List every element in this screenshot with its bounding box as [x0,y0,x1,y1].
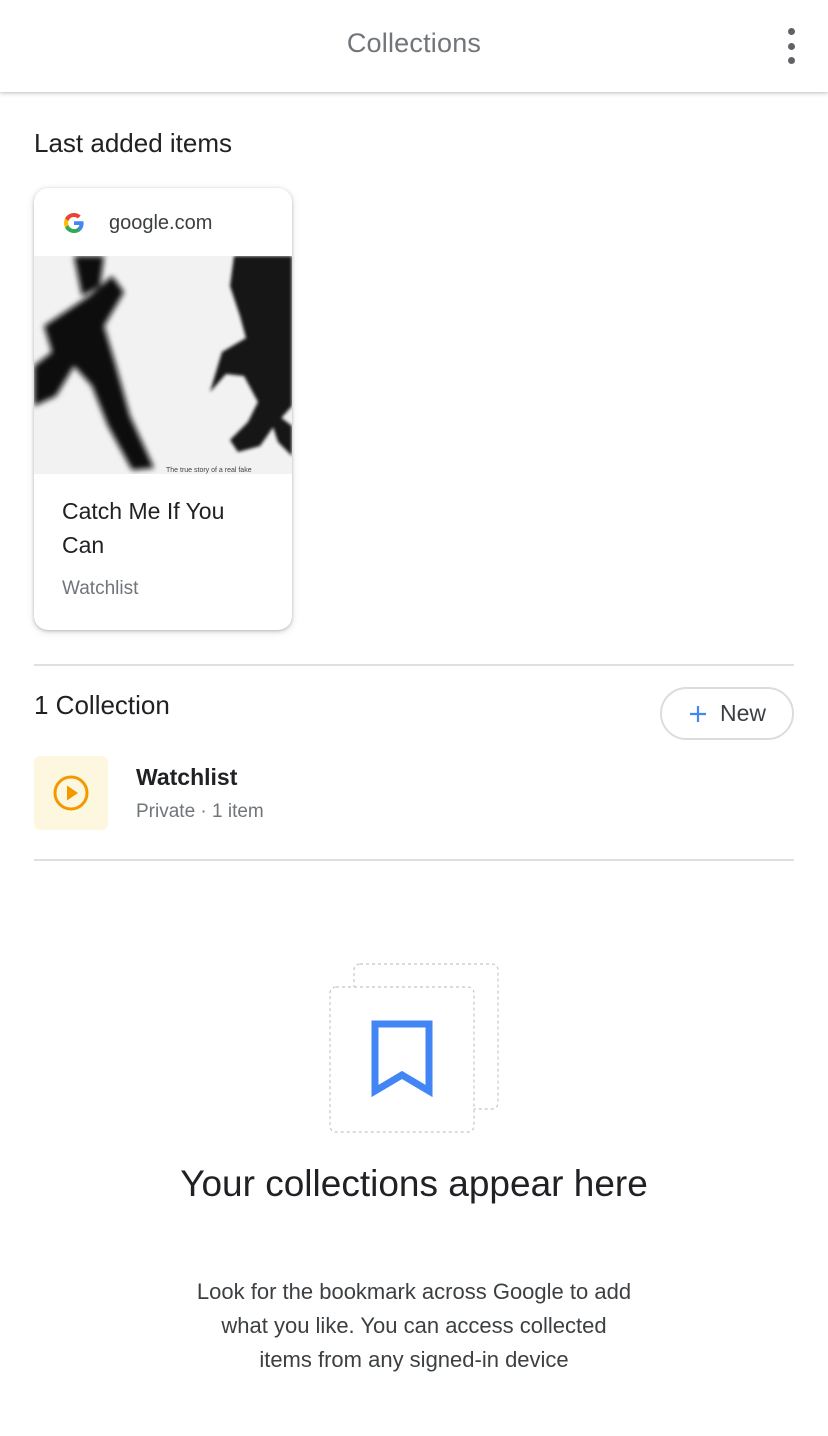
collections-count-heading: 1 Collection [34,690,170,720]
last-added-item-card[interactable]: google.com The true story of a real fake… [34,188,292,630]
collection-item-watchlist[interactable]: Watchlist Private · 1 item [34,756,794,832]
page-title: Collections [346,28,482,58]
more-vert-icon [787,28,795,35]
card-domain: google.com [109,211,213,234]
divider [34,664,794,666]
play-circle-icon [53,775,89,811]
new-collection-button[interactable]: New [660,687,794,740]
poster-artwork: The true story of a real fake [34,256,292,474]
more-vert-icon-dot [787,57,795,64]
top-app-bar: Collections [0,0,828,92]
more-vert-icon-dot [787,42,795,50]
divider [34,859,794,861]
collection-meta: Private · 1 item [136,801,264,822]
collection-name: Watchlist [136,764,238,790]
stacked-cards-graphic [329,963,499,1133]
new-button-label: New [719,700,766,726]
collection-thumbnail [34,756,108,830]
card-collection-label: Watchlist [62,578,139,599]
movie-poster-image: The true story of a real fake [34,256,292,474]
plus-icon [689,705,706,722]
more-options-button[interactable] [778,28,804,64]
card-source: google.com [62,210,212,236]
empty-state-title: Your collections appear here [180,1163,648,1204]
empty-state-illustration [328,963,500,1133]
last-added-heading: Last added items [34,128,233,158]
card-title: Catch Me If You Can [62,498,225,558]
poster-caption: The true story of a real fake [166,467,252,474]
google-g-icon [64,213,84,233]
empty-state-body: Look for the bookmark across Google to a… [196,1279,632,1372]
